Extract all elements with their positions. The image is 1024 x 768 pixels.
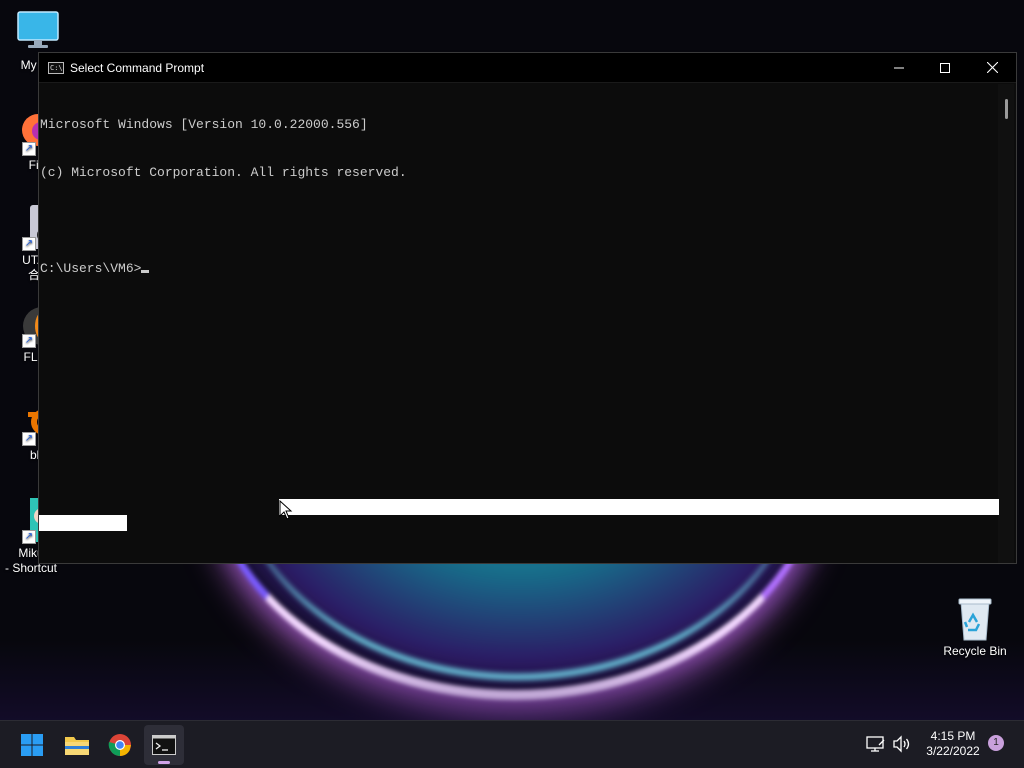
shortcut-arrow-icon: ↗: [22, 142, 36, 156]
network-icon: [866, 736, 885, 752]
desktop-icon-label: Recycle Bin: [943, 644, 1007, 658]
console-prompt-line: C:\Users\VM6>: [40, 261, 999, 277]
command-prompt-icon: C:\: [48, 61, 64, 74]
recycle-bin-icon: [953, 596, 997, 641]
clock-date: 3/22/2022: [926, 744, 980, 758]
minimize-button[interactable]: [876, 53, 922, 83]
scrollbar-thumb[interactable]: [1005, 99, 1008, 119]
desktop-icon-recycle-bin[interactable]: Recycle Bin: [937, 596, 1013, 659]
taskbar-chrome[interactable]: [100, 725, 140, 765]
console-prompt: C:\Users\VM6>: [40, 261, 142, 276]
shortcut-arrow-icon: ↗: [22, 530, 36, 544]
monitor-icon: [16, 10, 60, 54]
notification-badge[interactable]: 1: [988, 735, 1004, 751]
start-button[interactable]: [12, 725, 52, 765]
selection-highlight-bar: [279, 499, 999, 515]
console-line: (c) Microsoft Corporation. All rights re…: [40, 165, 407, 180]
close-button[interactable]: [968, 53, 1016, 83]
window-title: Select Command Prompt: [70, 60, 205, 75]
chrome-icon: [108, 734, 131, 756]
vertical-scrollbar[interactable]: [998, 84, 1014, 563]
command-prompt-icon: [152, 735, 176, 755]
text-cursor: [141, 270, 150, 273]
start-icon: [21, 734, 43, 756]
taskbar: 4:15 PM 3/22/2022: [0, 720, 1024, 768]
clock[interactable]: 4:15 PM 3/22/2022: [920, 729, 986, 759]
console-line: Microsoft Windows [Version 10.0.22000.55…: [40, 117, 368, 132]
taskbar-command-prompt[interactable]: [144, 725, 184, 765]
clock-time: 4:15 PM: [930, 729, 976, 743]
volume-control[interactable]: [892, 735, 914, 755]
selection-highlight-bar: [39, 515, 127, 531]
maximize-icon: [940, 62, 950, 73]
network-status[interactable]: [866, 735, 888, 755]
command-prompt-window[interactable]: C:\ Select Command Prompt Microsoft Wind…: [38, 52, 1017, 564]
mouse-pointer-icon: [279, 500, 293, 520]
close-icon: [986, 62, 998, 73]
minimize-icon: [894, 67, 904, 68]
shortcut-arrow-icon: ↗: [22, 237, 36, 251]
speaker-icon: [893, 735, 910, 753]
shortcut-arrow-icon: ↗: [22, 432, 36, 446]
taskbar-file-explorer[interactable]: [57, 725, 97, 765]
active-app-indicator: [158, 761, 170, 764]
window-titlebar[interactable]: C:\ Select Command Prompt: [39, 53, 1016, 83]
shortcut-arrow-icon: ↗: [22, 334, 36, 348]
console-output[interactable]: Microsoft Windows [Version 10.0.22000.55…: [39, 84, 999, 563]
maximize-button[interactable]: [922, 53, 968, 83]
file-explorer-icon: [65, 737, 89, 755]
